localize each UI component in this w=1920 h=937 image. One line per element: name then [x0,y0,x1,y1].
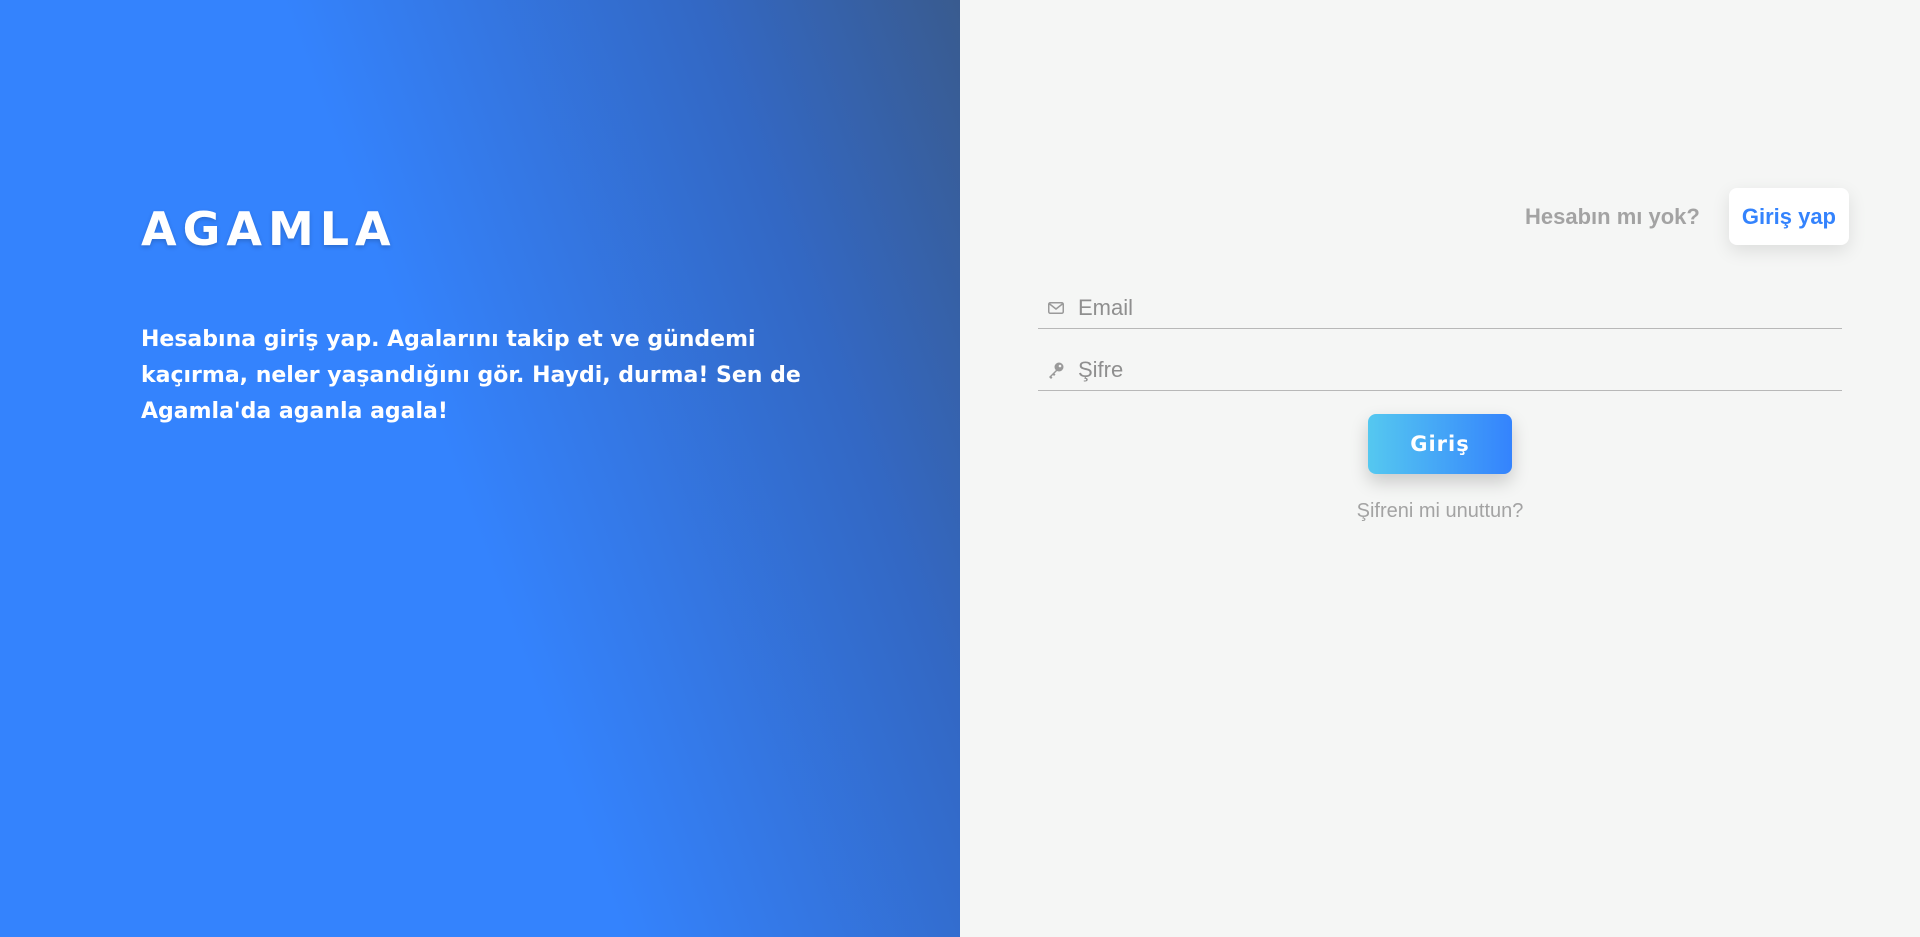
email-input[interactable] [1078,290,1842,326]
login-page: AGAMLA Hesabına giriş yap. Agalarını tak… [0,0,1920,937]
signup-prompt: Hesabın mı yok? Giriş yap [1525,188,1849,245]
hero-panel: AGAMLA Hesabına giriş yap. Agalarını tak… [0,0,960,937]
email-field-wrapper [1038,288,1842,329]
hero-tagline: Hesabına giriş yap. Agalarını takip et v… [141,327,801,424]
signup-question: Hesabın mı yok? [1525,203,1700,229]
password-field-wrapper [1038,350,1842,391]
login-submit-button[interactable]: Giriş [1368,414,1512,474]
key-icon [1046,360,1066,380]
password-input[interactable] [1078,352,1842,388]
envelope-icon [1046,298,1066,318]
signup-button[interactable]: Giriş yap [1728,188,1849,245]
forgot-password-link[interactable]: Şifreni mi unuttun? [1320,500,1560,523]
brand-logo-text: AGAMLA [141,202,397,256]
